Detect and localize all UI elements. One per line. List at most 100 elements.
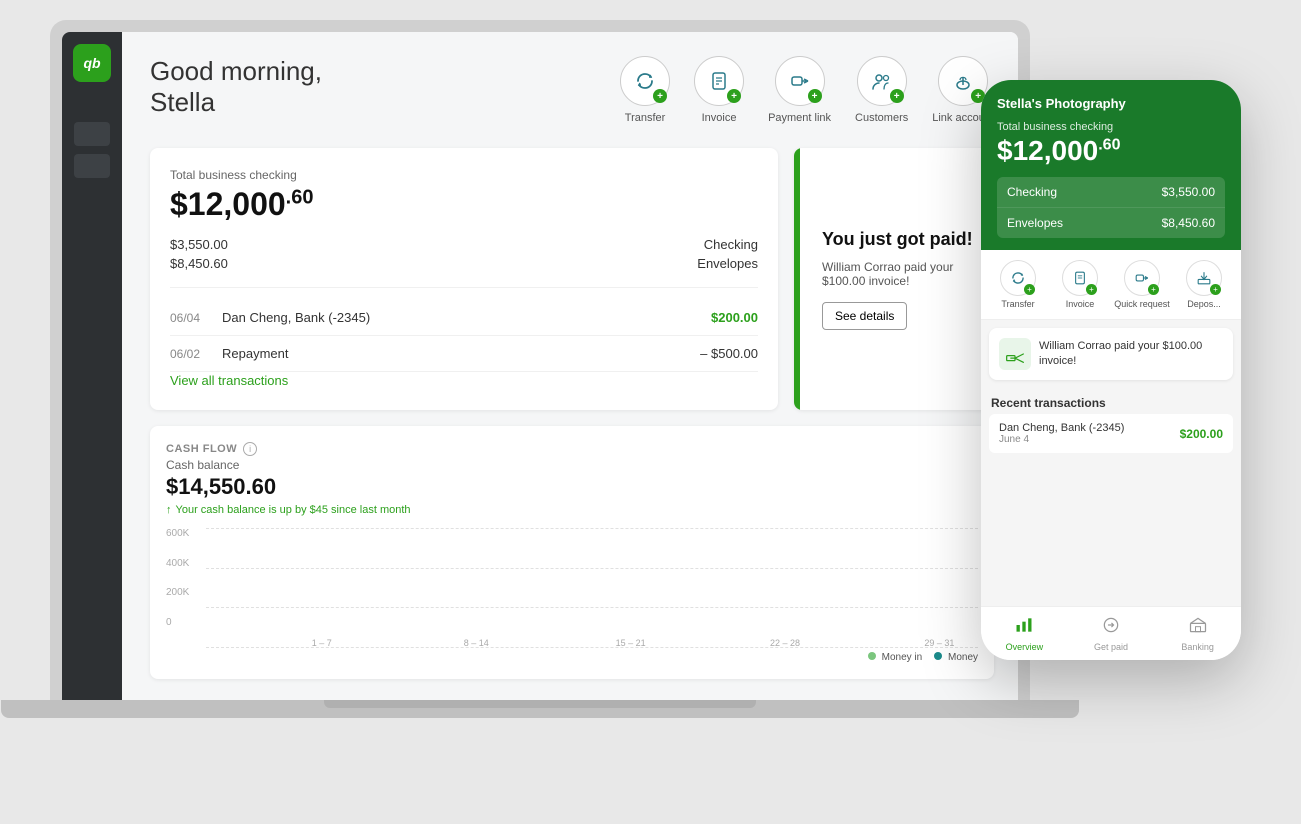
notification-card: You just got paid! William Corrao paid y… <box>794 148 994 410</box>
chart-x-labels: 1 – 7 8 – 14 15 – 21 22 – 28 29 – 31 <box>206 638 978 648</box>
phone-notif-icon <box>999 338 1031 370</box>
cashflow-header: CASH FLOW i <box>166 442 978 456</box>
quick-actions-bar: + Transfer <box>620 56 994 124</box>
phone-recent-title: Recent transactions <box>981 388 1241 414</box>
legend-dot-out <box>934 652 942 660</box>
phone-header: Stella's Photography Total business chec… <box>981 80 1241 250</box>
phone-notif-text: William Corrao paid your $100.00 invoice… <box>1039 339 1223 370</box>
sidebar-nav <box>62 122 122 178</box>
getpaid-nav-label: Get paid <box>1094 642 1128 652</box>
cashflow-info-icon[interactable]: i <box>243 442 257 456</box>
x-label-15-21 <box>515 638 592 648</box>
transaction-row-2: 06/02 Repayment – $500.00 <box>170 336 758 372</box>
legend-out-label: Money <box>948 652 978 663</box>
envelopes-name: Envelopes <box>697 256 758 271</box>
phone-action-transfer[interactable]: + Transfer <box>989 260 1047 309</box>
tx2-desc: Repayment <box>222 346 688 361</box>
x-label-8-14 <box>360 638 437 648</box>
legend-money-out: Money <box>934 652 978 663</box>
phone-deposit-plus: + <box>1210 284 1221 295</box>
sidebar-item-2[interactable] <box>74 154 110 178</box>
phone-nav-banking[interactable]: Banking <box>1154 615 1241 652</box>
y-label-0: 0 <box>166 617 202 628</box>
phone-tx-details: Dan Cheng, Bank (-2345) June 4 <box>999 422 1124 445</box>
checking-name: Checking <box>704 237 758 252</box>
phone-tx-amount: $200.00 <box>1180 427 1223 441</box>
see-details-button[interactable]: See details <box>822 302 907 330</box>
sidebar-item-1[interactable] <box>74 122 110 146</box>
x-label-1-7 <box>206 638 283 648</box>
x-label-15-21b: 15 – 21 <box>592 638 669 648</box>
phone-balance-cents: .60 <box>1098 137 1120 154</box>
transactions-list: 06/04 Dan Cheng, Bank (-2345) $200.00 06… <box>170 287 758 372</box>
banking-nav-icon <box>1188 615 1208 640</box>
quick-action-payment[interactable]: + Payment link <box>768 56 831 124</box>
phone-nav-overview[interactable]: Overview <box>981 615 1068 652</box>
phone-transfer-plus: + <box>1024 284 1035 295</box>
quick-action-customers[interactable]: + Customers <box>855 56 908 124</box>
phone-transfer-icon: + <box>1000 260 1036 296</box>
phone-breakdown: Checking $3,550.00 Envelopes $8,450.60 <box>997 177 1225 238</box>
y-label-600k: 600K <box>166 528 202 539</box>
checking-row: $3,550.00 Checking <box>170 237 758 252</box>
payment-icon-circle: + <box>775 56 825 106</box>
cash-trend: ↑ Your cash balance is up by $45 since l… <box>166 504 978 516</box>
phone-transfer-label: Transfer <box>1001 299 1034 309</box>
tx2-date: 06/02 <box>170 347 210 361</box>
phone: Stella's Photography Total business chec… <box>981 80 1241 660</box>
laptop-body: qb Good morning, Stella <box>50 20 1030 700</box>
phone-nav-getpaid[interactable]: Get paid <box>1068 615 1155 652</box>
phone-app-name: Stella's Photography <box>997 96 1225 111</box>
phone-body: + Transfer + Invoice <box>981 250 1241 606</box>
checking-label: $3,550.00 <box>170 237 228 252</box>
notif-content: You just got paid! William Corrao paid y… <box>814 228 974 329</box>
tx1-amount: $200.00 <box>711 310 758 325</box>
greeting-line2: Stella <box>150 87 322 118</box>
dashboard-row-1: Total business checking $12,000.60 $3,55… <box>150 148 994 410</box>
laptop-screen: qb Good morning, Stella <box>62 32 1018 700</box>
notif-text: William Corrao paid your $100.00 invoice… <box>822 260 974 288</box>
overview-nav-label: Overview <box>1006 642 1044 652</box>
phone-invoice-plus: + <box>1086 284 1097 295</box>
phone-action-quick-request[interactable]: + Quick request <box>1113 260 1171 309</box>
getpaid-nav-icon <box>1101 615 1121 640</box>
transfer-plus: + <box>653 89 667 103</box>
customers-plus: + <box>890 89 904 103</box>
phone-qr-plus: + <box>1148 284 1159 295</box>
notif-bar <box>794 148 800 410</box>
sidebar: qb <box>62 32 122 700</box>
phone-deposit-label: Depos... <box>1187 299 1221 309</box>
chart-area: 600K 400K 200K 0 <box>166 528 978 648</box>
qb-logo[interactable]: qb <box>73 44 111 82</box>
cash-balance-amount: $14,550.60 <box>166 474 978 500</box>
phone-notification-card: William Corrao paid your $100.00 invoice… <box>989 328 1233 380</box>
phone-action-deposit[interactable]: + Depos... <box>1175 260 1233 309</box>
cashflow-title: CASH FLOW <box>166 443 237 455</box>
link-account-icon-circle: + <box>938 56 988 106</box>
balance-cents: .60 <box>286 186 314 208</box>
x-label-29-31b: 29 – 31 <box>901 638 978 648</box>
legend-money-in: Money in <box>868 652 922 663</box>
phone-balance-label: Total business checking <box>997 121 1225 133</box>
phone-checking-amount: $3,550.00 <box>1162 185 1215 199</box>
legend-in-label: Money in <box>882 652 923 663</box>
phone-tx-name: Dan Cheng, Bank (-2345) <box>999 422 1124 434</box>
quick-action-invoice[interactable]: + Invoice <box>694 56 744 124</box>
customers-icon-circle: + <box>857 56 907 106</box>
phone-tx-date: June 4 <box>999 434 1124 445</box>
overview-nav-icon <box>1014 615 1034 640</box>
phone-action-invoice[interactable]: + Invoice <box>1051 260 1109 309</box>
x-label-8-14b: 8 – 14 <box>438 638 515 648</box>
quick-action-transfer[interactable]: + Transfer <box>620 56 670 124</box>
phone-quick-request-icon: + <box>1124 260 1160 296</box>
phone-invoice-icon: + <box>1062 260 1098 296</box>
view-all-transactions[interactable]: View all transactions <box>170 373 288 388</box>
balance-main: $12,000 <box>170 186 286 222</box>
invoice-plus: + <box>727 89 741 103</box>
customers-label: Customers <box>855 112 908 124</box>
laptop: qb Good morning, Stella <box>50 20 1030 780</box>
transaction-row-1: 06/04 Dan Cheng, Bank (-2345) $200.00 <box>170 300 758 336</box>
envelopes-row: $8,450.60 Envelopes <box>170 256 758 271</box>
notif-title: You just got paid! <box>822 228 974 251</box>
greeting-line1: Good morning, <box>150 56 322 87</box>
